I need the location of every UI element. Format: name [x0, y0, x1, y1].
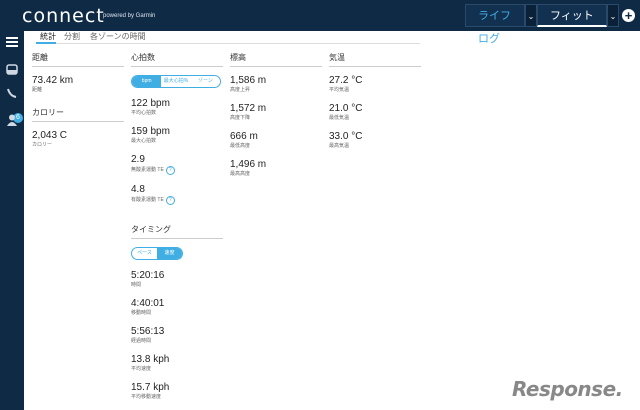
max-temp-value: 33.0 °C: [329, 131, 363, 142]
tab-splits[interactable]: 分割: [64, 31, 80, 42]
anaerobic-te-value: 2.9: [131, 154, 145, 165]
avg-temp-label: 平均気温: [329, 87, 350, 93]
add-icon[interactable]: +: [622, 9, 635, 22]
min-temp-value: 21.0 °C: [329, 103, 363, 114]
connect-logo[interactable]: connect: [22, 5, 105, 27]
max-elev-label: 最高高度: [230, 171, 251, 177]
heartrate-title: 心拍数: [131, 52, 223, 67]
max-hr-value: 159 bpm: [131, 126, 170, 137]
timing-unit-toggle: ペース 速度: [131, 247, 183, 260]
calories-title: カロリー: [32, 107, 124, 122]
anaerobic-te-row: 無酸素運動 TE?: [131, 166, 223, 175]
toggle-max-hr-percent[interactable]: 最大心拍%: [161, 76, 190, 87]
sidebar: 6: [0, 31, 24, 410]
lifelog-dropdown-icon[interactable]: ⌄: [525, 4, 537, 27]
calories-value: 2,043 C: [32, 130, 68, 141]
min-elev-value: 666 m: [230, 131, 258, 142]
aerobic-te-row: 有酸素運動 TE?: [131, 196, 223, 205]
aerobic-te-value: 4.8: [131, 184, 145, 195]
aerobic-te-label: 有酸素運動 TE: [131, 197, 164, 203]
tab-lifelog[interactable]: ライフログ: [465, 4, 525, 45]
help-icon[interactable]: ?: [165, 166, 175, 175]
help-icon[interactable]: ?: [165, 196, 175, 205]
inbox-icon[interactable]: [5, 64, 19, 78]
avg-speed-label: 平均速度: [131, 366, 152, 372]
elev-loss-value: 1,572 m: [230, 103, 267, 114]
tab-active-indicator: [36, 42, 56, 44]
toggle-speed[interactable]: 速度: [157, 248, 182, 259]
powered-by-text: powered by Garmin: [103, 13, 156, 19]
connections-icon[interactable]: [5, 87, 19, 101]
min-temp-label: 最低気温: [329, 115, 350, 121]
avg-hr-label: 平均心拍数: [131, 110, 157, 116]
calories-label: カロリー: [32, 142, 53, 148]
moving-time-label: 移動時間: [131, 310, 152, 316]
min-elev-label: 最低高度: [230, 143, 251, 149]
avg-temp-value: 27.2 °C: [329, 75, 363, 86]
menu-icon[interactable]: [5, 36, 19, 50]
tab-stats[interactable]: 統計: [40, 31, 56, 42]
moving-time-value: 4:40:01: [131, 298, 165, 309]
max-temp-label: 最高気温: [329, 143, 350, 149]
elev-gain-label: 高度上昇: [230, 87, 251, 93]
elev-loss-label: 高度下降: [230, 115, 251, 121]
timing-title: タイミング: [131, 224, 223, 239]
distance-label: 距離: [32, 87, 43, 93]
heartrate-unit-toggle: bpm 最大心拍% ゾーン: [131, 75, 221, 88]
avg-moving-speed-value: 15.7 kph: [131, 382, 170, 393]
elapsed-time-value: 5:56:13: [131, 326, 165, 337]
profile-icon[interactable]: [5, 114, 19, 128]
toggle-bpm[interactable]: bpm: [132, 76, 162, 87]
elevation-title: 標高: [230, 52, 322, 67]
temperature-title: 気温: [329, 52, 421, 67]
tab-fitness[interactable]: フィットネス: [537, 4, 607, 45]
avg-hr-value: 122 bpm: [131, 98, 170, 109]
distance-value: 73.42 km: [32, 75, 74, 86]
max-hr-label: 最大心拍数: [131, 138, 157, 144]
fitness-dropdown-icon[interactable]: ⌄: [607, 4, 619, 27]
max-elev-value: 1,496 m: [230, 159, 267, 170]
anaerobic-te-label: 無酸素運動 TE: [131, 167, 164, 173]
distance-calories-column: 距離 73.42 km 距離 カロリー 2,043 C カロリー: [32, 52, 124, 158]
elapsed-time-label: 経過時間: [131, 338, 152, 344]
avg-moving-speed-label: 平均移動速度: [131, 394, 162, 400]
distance-title: 距離: [32, 52, 124, 67]
heartrate-timing-column: 心拍数 bpm 最大心拍% ゾーン 122 bpm 平均心拍数 159 bpm …: [131, 52, 223, 410]
elev-gain-value: 1,586 m: [230, 75, 267, 86]
tab-divider: [36, 43, 420, 44]
elevation-column: 標高 1,586 m 高度上昇 1,572 m 高度下降 666 m 最低高度 …: [230, 52, 322, 187]
tab-zones[interactable]: 各ゾーンの時間: [90, 31, 146, 42]
toggle-zone[interactable]: ゾーン: [191, 76, 220, 87]
temperature-column: 気温 27.2 °C 平均気温 21.0 °C 最低気温 33.0 °C 最高気…: [329, 52, 421, 159]
time-value: 5:20:16: [131, 270, 165, 281]
response-watermark: Response.: [512, 377, 623, 401]
avg-speed-value: 13.8 kph: [131, 354, 170, 365]
top-bar: connect powered by Garmin ライフログ ⌄ フィットネス…: [0, 0, 640, 45]
time-label: 時間: [131, 282, 142, 288]
toggle-pace[interactable]: ペース: [132, 248, 157, 259]
